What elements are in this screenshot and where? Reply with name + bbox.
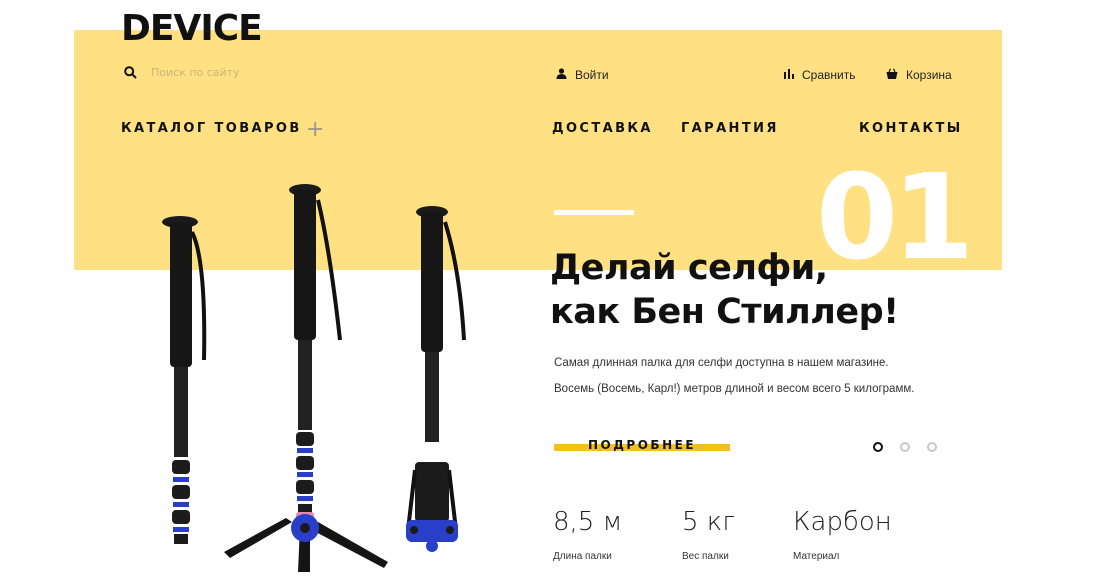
decorative-line [554, 210, 634, 215]
cart-label: Корзина [906, 68, 952, 82]
cart-icon [886, 68, 898, 82]
plus-icon[interactable]: + [306, 117, 324, 142]
login-label: Войти [575, 68, 609, 82]
user-icon [556, 68, 567, 82]
search-bar[interactable] [124, 66, 351, 79]
stat-material: Карбон Материал [793, 507, 892, 562]
slide-description-line-2: Восемь (Восемь, Карл!) метров длиной и в… [554, 383, 915, 395]
search-input[interactable] [151, 66, 351, 79]
compare-label: Сравнить [802, 68, 856, 82]
nav-guarantee[interactable]: ГАРАНТИЯ [681, 121, 779, 136]
slider-dot-2[interactable] [900, 442, 910, 452]
stat-length-value: 8,5 м [553, 507, 623, 537]
slide-title-line-2: как Бен Стиллер! [550, 292, 899, 332]
slide-description-line-1: Самая длинная палка для селфи доступна в… [554, 357, 889, 369]
stat-material-label: Материал [793, 551, 840, 562]
slider-dot-1[interactable] [873, 442, 883, 452]
login-link[interactable]: Войти [556, 68, 609, 82]
compare-link[interactable]: Сравнить [784, 68, 855, 82]
more-button-label: ПОДРОБНЕЕ [588, 438, 697, 452]
stat-weight-value: 5 кг [682, 507, 736, 537]
compare-icon [784, 68, 794, 82]
stat-weight-label: Вес палки [682, 551, 729, 562]
slide-title-line-1: Делай селфи, [550, 248, 828, 288]
nav-contacts[interactable]: КОНТАКТЫ [859, 121, 963, 136]
site-logo[interactable]: DEVICE [121, 8, 263, 49]
slide-description: Самая длинная палка для селфи доступна в… [554, 350, 1014, 402]
stat-weight: 5 кг Вес палки [682, 507, 735, 562]
more-button[interactable]: ПОДРОБНЕЕ [554, 437, 730, 457]
stat-length-label: Длина палки [553, 551, 612, 562]
cart-link[interactable]: Корзина [886, 68, 952, 82]
search-icon[interactable] [124, 66, 137, 79]
slide-title: Делай селфи, как Бен Стиллер! [550, 246, 899, 334]
slider-dot-3[interactable] [927, 442, 937, 452]
product-image [162, 184, 466, 572]
slider-dots [873, 442, 937, 452]
stat-material-value: Карбон [793, 507, 892, 537]
nav-delivery[interactable]: ДОСТАВКА [552, 121, 653, 136]
stat-length: 8,5 м Длина палки [553, 507, 622, 562]
nav-catalog[interactable]: КАТАЛОГ ТОВАРОВ [121, 121, 302, 136]
